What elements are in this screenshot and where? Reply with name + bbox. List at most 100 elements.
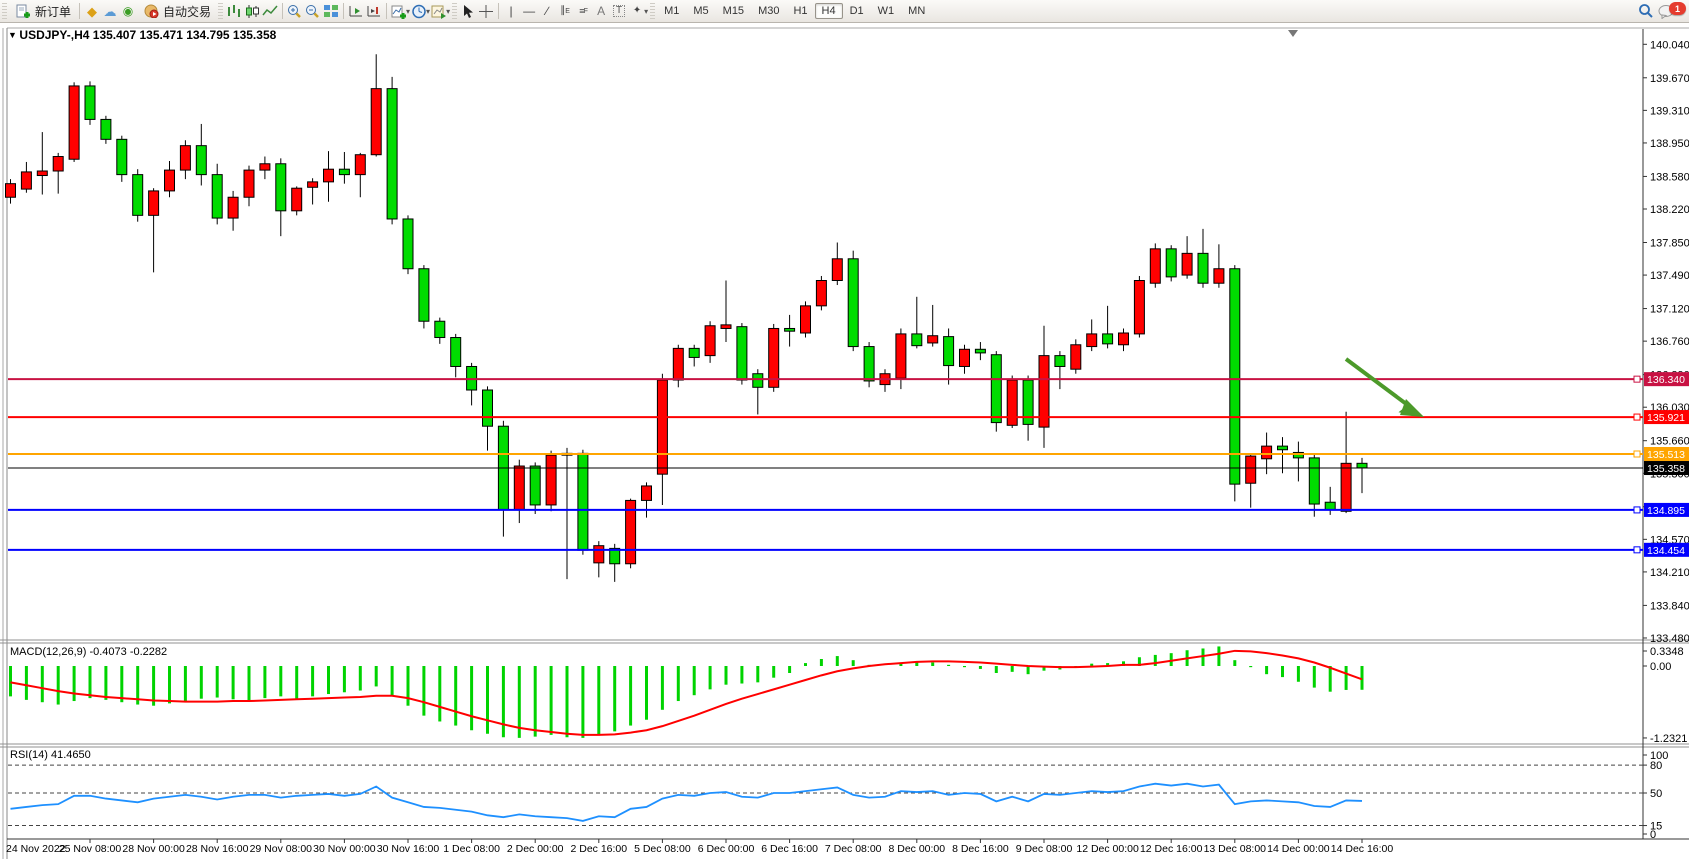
svg-text:135.513: 135.513 bbox=[1647, 449, 1685, 461]
community-icon[interactable]: ☁ bbox=[101, 3, 119, 20]
auto-trading-icon bbox=[142, 3, 160, 20]
svg-text:50: 50 bbox=[1650, 788, 1662, 800]
svg-text:133.480: 133.480 bbox=[1650, 633, 1689, 645]
auto-trading-button[interactable]: 自动交易 bbox=[137, 2, 216, 21]
svg-text:134.895: 134.895 bbox=[1647, 505, 1685, 517]
tf-w1-button[interactable]: W1 bbox=[871, 3, 902, 19]
tf-m5-button[interactable]: M5 bbox=[686, 3, 715, 19]
text-label-icon[interactable]: T bbox=[610, 3, 628, 20]
tf-m30-button[interactable]: M30 bbox=[751, 3, 786, 19]
time-axis: 24 Nov 202225 Nov 08:0028 Nov 00:0028 No… bbox=[6, 839, 1393, 855]
rsi-line bbox=[11, 784, 1363, 821]
rsi-axis: 1008050150 bbox=[1643, 750, 1668, 841]
svg-text:28 Nov 16:00: 28 Nov 16:00 bbox=[186, 843, 249, 855]
svg-text:137.490: 137.490 bbox=[1650, 270, 1689, 282]
svg-text:30 Nov 16:00: 30 Nov 16:00 bbox=[377, 843, 440, 855]
price-line-label: 135.921 bbox=[1644, 410, 1689, 424]
signals-icon[interactable]: ◉ bbox=[119, 3, 137, 20]
tf-h4-button[interactable]: H4 bbox=[815, 3, 843, 19]
svg-text:12 Dec 16:00: 12 Dec 16:00 bbox=[1140, 843, 1203, 855]
new-order-label: 新订单 bbox=[35, 3, 71, 20]
svg-text:134.454: 134.454 bbox=[1647, 545, 1685, 557]
tf-h1-button[interactable]: H1 bbox=[786, 3, 814, 19]
price-line-label: 134.454 bbox=[1644, 543, 1689, 557]
text-icon[interactable]: A bbox=[592, 3, 610, 20]
svg-text:9 Dec 08:00: 9 Dec 08:00 bbox=[1016, 843, 1073, 855]
horizontal-line-icon[interactable]: — bbox=[520, 3, 538, 20]
svg-text:139.670: 139.670 bbox=[1650, 73, 1689, 85]
svg-text:2 Dec 16:00: 2 Dec 16:00 bbox=[570, 843, 627, 855]
svg-text:5 Dec 08:00: 5 Dec 08:00 bbox=[634, 843, 691, 855]
tf-mn-button[interactable]: MN bbox=[901, 3, 932, 19]
candlestick-chart-icon[interactable] bbox=[243, 3, 261, 20]
macd-signal-line bbox=[11, 651, 1363, 735]
svg-text:8 Dec 00:00: 8 Dec 00:00 bbox=[888, 843, 945, 855]
svg-text:13 Dec 08:00: 13 Dec 08:00 bbox=[1204, 843, 1267, 855]
templates-dropdown-arrow[interactable]: ▾ bbox=[446, 7, 450, 16]
notification-badge[interactable]: 1 bbox=[1669, 2, 1686, 15]
tf-m15-button[interactable]: M15 bbox=[716, 3, 751, 19]
crosshair-icon[interactable] bbox=[477, 3, 495, 20]
svg-text:0.00: 0.00 bbox=[1650, 661, 1671, 673]
tile-windows-icon[interactable] bbox=[322, 3, 340, 20]
price-line-label: 136.340 bbox=[1644, 372, 1689, 386]
svg-text:29 Nov 08:00: 29 Nov 08:00 bbox=[250, 843, 313, 855]
chart-window[interactable]: 140.040139.670139.310138.950138.580138.2… bbox=[0, 23, 1689, 860]
svg-text:136.760: 136.760 bbox=[1650, 336, 1689, 348]
svg-text:7 Dec 08:00: 7 Dec 08:00 bbox=[825, 843, 882, 855]
shapes-dropdown-arrow[interactable]: ▾ bbox=[644, 7, 648, 16]
chart-canvas[interactable]: 140.040139.670139.310138.950138.580138.2… bbox=[0, 23, 1689, 860]
svg-text:0: 0 bbox=[1650, 829, 1656, 841]
auto-trading-label: 自动交易 bbox=[163, 3, 211, 20]
bar-chart-icon[interactable] bbox=[225, 3, 243, 20]
svg-text:80: 80 bbox=[1650, 760, 1662, 772]
svg-text:140.040: 140.040 bbox=[1650, 39, 1689, 51]
toolbar-grip[interactable] bbox=[2, 3, 7, 19]
svg-text:135.660: 135.660 bbox=[1650, 436, 1689, 448]
zoom-out-icon[interactable] bbox=[304, 3, 322, 20]
macd-histogram bbox=[11, 646, 1363, 737]
profile-icon[interactable]: ◆ bbox=[83, 3, 101, 20]
svg-text:14 Dec 00:00: 14 Dec 00:00 bbox=[1267, 843, 1330, 855]
search-icon[interactable] bbox=[1637, 3, 1655, 20]
svg-text:137.850: 137.850 bbox=[1650, 237, 1689, 249]
annotation-arrow[interactable] bbox=[1346, 359, 1424, 417]
trendline-icon[interactable]: ∕ bbox=[538, 3, 556, 20]
svg-text:135.921: 135.921 bbox=[1647, 412, 1685, 424]
svg-text:134.210: 134.210 bbox=[1650, 567, 1689, 579]
price-line-label: 135.513 bbox=[1644, 447, 1689, 461]
svg-text:12 Dec 00:00: 12 Dec 00:00 bbox=[1076, 843, 1139, 855]
svg-text:14 Dec 16:00: 14 Dec 16:00 bbox=[1331, 843, 1394, 855]
tf-m1-button[interactable]: M1 bbox=[657, 3, 686, 19]
main-toolbar: 新订单 ◆ ☁ ◉ 自动交易 ▾ ▾ ▾ bbox=[0, 0, 1689, 23]
svg-text:139.310: 139.310 bbox=[1650, 105, 1689, 117]
tf-d1-button[interactable]: D1 bbox=[843, 3, 871, 19]
svg-text:138.950: 138.950 bbox=[1650, 138, 1689, 150]
svg-text:30 Nov 00:00: 30 Nov 00:00 bbox=[313, 843, 376, 855]
svg-text:1 Dec 08:00: 1 Dec 08:00 bbox=[443, 843, 500, 855]
svg-text:2 Dec 00:00: 2 Dec 00:00 bbox=[507, 843, 564, 855]
svg-text:24 Nov 2022: 24 Nov 2022 bbox=[6, 843, 66, 855]
chart-shift-icon[interactable] bbox=[365, 3, 383, 20]
cursor-icon[interactable] bbox=[459, 3, 477, 20]
svg-text:6 Dec 00:00: 6 Dec 00:00 bbox=[698, 843, 755, 855]
svg-text:137.120: 137.120 bbox=[1650, 304, 1689, 316]
channel-icon[interactable]: ∥E bbox=[556, 3, 574, 20]
svg-text:25 Nov 08:00: 25 Nov 08:00 bbox=[59, 843, 122, 855]
chart-shift-marker[interactable] bbox=[1288, 30, 1298, 37]
vertical-line-icon[interactable]: | bbox=[502, 3, 520, 20]
svg-text:138.580: 138.580 bbox=[1650, 171, 1689, 183]
price-line-label: 134.895 bbox=[1644, 503, 1689, 517]
svg-text:133.840: 133.840 bbox=[1650, 600, 1689, 612]
svg-text:136.340: 136.340 bbox=[1647, 374, 1685, 386]
candles bbox=[6, 54, 1368, 582]
line-chart-icon[interactable] bbox=[261, 3, 279, 20]
svg-text:135.358: 135.358 bbox=[1647, 463, 1685, 475]
new-order-button[interactable]: 新订单 bbox=[9, 2, 76, 21]
horizontal-lines[interactable] bbox=[8, 376, 1643, 553]
zoom-in-icon[interactable] bbox=[286, 3, 304, 20]
svg-text:-1.2321: -1.2321 bbox=[1650, 733, 1687, 745]
fibonacci-icon[interactable]: ≡F bbox=[574, 3, 592, 20]
auto-scroll-icon[interactable] bbox=[347, 3, 365, 20]
new-order-icon bbox=[14, 3, 32, 20]
